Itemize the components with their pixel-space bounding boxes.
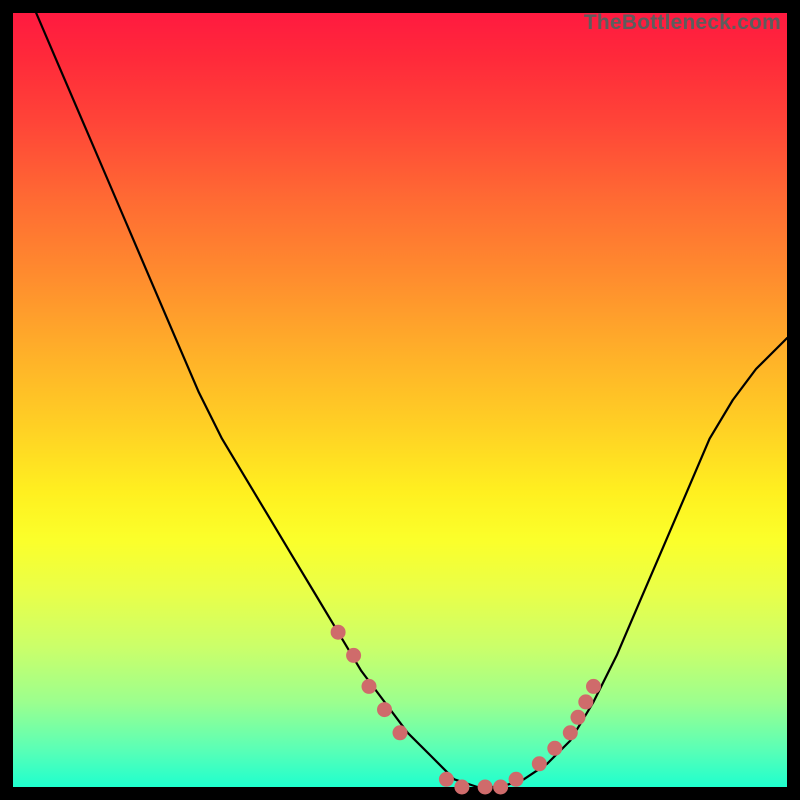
marker-dot xyxy=(378,703,392,717)
marker-dot xyxy=(393,726,407,740)
chart-frame: TheBottleneck.com xyxy=(13,13,787,787)
marker-dot xyxy=(362,679,376,693)
bottleneck-curve xyxy=(13,0,787,787)
marker-dot xyxy=(509,772,523,786)
curve-path xyxy=(13,0,787,787)
chart-svg xyxy=(13,13,787,787)
marker-dot xyxy=(587,679,601,693)
watermark-text: TheBottleneck.com xyxy=(584,11,781,35)
marker-dot xyxy=(563,726,577,740)
marker-dot xyxy=(579,695,593,709)
marker-dot xyxy=(478,780,492,794)
marker-dot xyxy=(347,648,361,662)
marker-dot xyxy=(548,741,562,755)
marker-dot xyxy=(532,757,546,771)
marker-dot xyxy=(571,710,585,724)
marker-dot xyxy=(439,772,453,786)
marker-dot xyxy=(494,780,508,794)
highlight-markers xyxy=(331,625,600,794)
marker-dot xyxy=(331,625,345,639)
marker-dot xyxy=(455,780,469,794)
